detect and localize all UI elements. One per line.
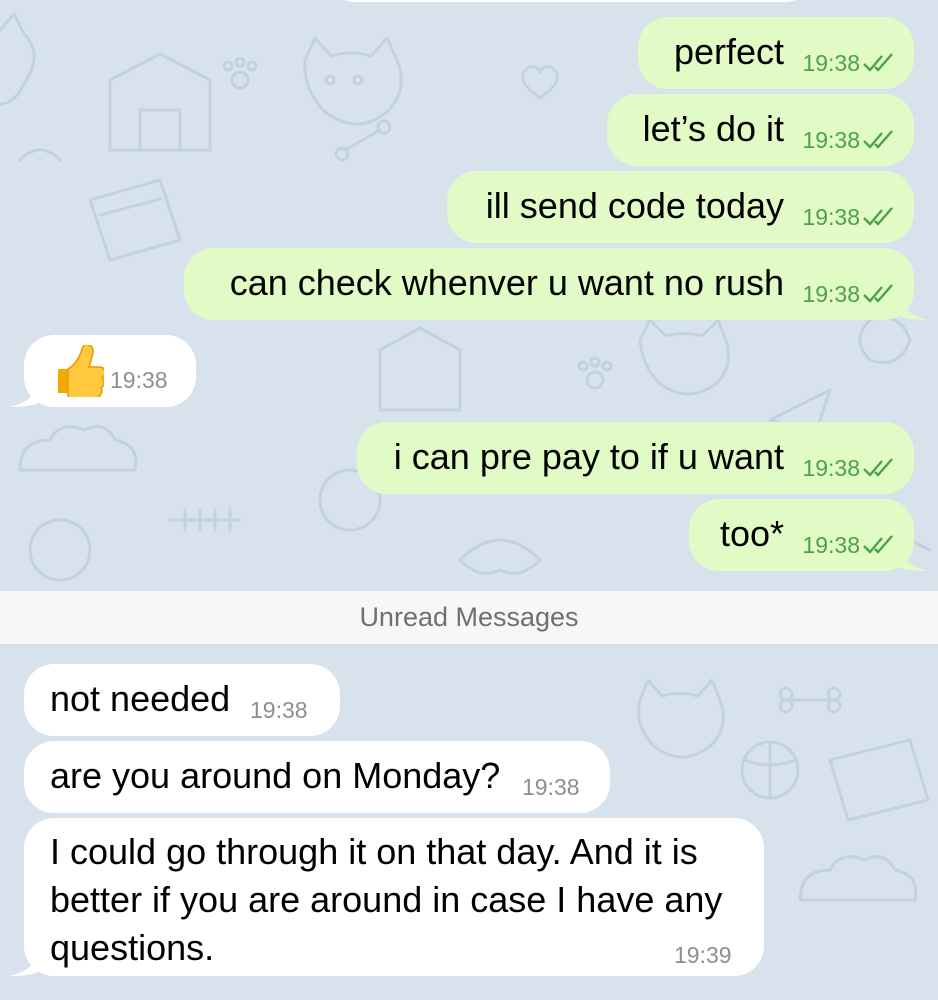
bubble-tail [10, 385, 38, 407]
incoming-message-bubble[interactable]: are you around on Monday? 19:38 [24, 741, 610, 813]
double-check-icon [863, 130, 893, 149]
message-time: 19:38 [802, 532, 860, 558]
outgoing-message-bubble[interactable]: let’s do it 19:38 [607, 94, 914, 166]
outgoing-message-bubble[interactable]: ill send code today 19:38 [447, 171, 914, 243]
message-text: not needed [50, 678, 231, 719]
outgoing-message-bubble[interactable]: can check whenver u want no rush 19:38 [184, 248, 928, 320]
outgoing-message-bubble[interactable]: too* 19:38 [689, 499, 928, 571]
unread-messages-divider: Unread Messages [0, 591, 938, 644]
incoming-message-bubble[interactable]: not needed 19:38 [24, 664, 340, 736]
message-line: better if you are around in case I have … [50, 879, 723, 920]
message-text: I could go through it on that day. And i… [50, 828, 722, 972]
message-text: ill send code today [485, 185, 784, 226]
bubble-tail [10, 954, 38, 976]
message-time: 19:39 [674, 942, 732, 968]
message-time: 19:38 [802, 50, 860, 76]
message-time: 19:38 [802, 455, 860, 481]
incoming-message-bubble[interactable]: 19:38 [10, 335, 196, 407]
message-time: 19:38 [802, 281, 860, 307]
message-text: can check whenver u want no rush [229, 262, 784, 303]
message-text: i can pre pay to if u want [393, 436, 784, 477]
incoming-message-bubble[interactable]: I could go through it on that day. And i… [10, 818, 764, 976]
outgoing-message-bubble[interactable]: i can pre pay to if u want 19:38 [357, 422, 914, 494]
message-line: I could go through it on that day. And i… [50, 831, 698, 872]
message-time: 19:38 [522, 774, 580, 800]
thumbs-up-emoji [58, 345, 104, 397]
outgoing-message-bubble[interactable]: perfect 19:38 [638, 17, 914, 89]
message-time: 19:38 [110, 367, 168, 393]
bubble-tail [900, 298, 928, 320]
double-check-icon [863, 458, 893, 477]
message-time: 19:38 [250, 697, 308, 723]
bubble-tail [900, 549, 928, 571]
message-line: questions. [50, 927, 215, 968]
message-time: 19:38 [802, 127, 860, 153]
previous-message-bubble-edge [330, 0, 810, 2]
message-text: let’s do it [642, 108, 784, 149]
double-check-icon [863, 207, 893, 226]
message-text: are you around on Monday? [50, 755, 501, 796]
message-time: 19:38 [802, 204, 860, 230]
double-check-icon [863, 53, 893, 72]
message-text: too* [719, 513, 784, 554]
message-text: perfect [673, 31, 784, 72]
double-check-icon [863, 284, 893, 303]
double-check-icon [863, 535, 893, 554]
